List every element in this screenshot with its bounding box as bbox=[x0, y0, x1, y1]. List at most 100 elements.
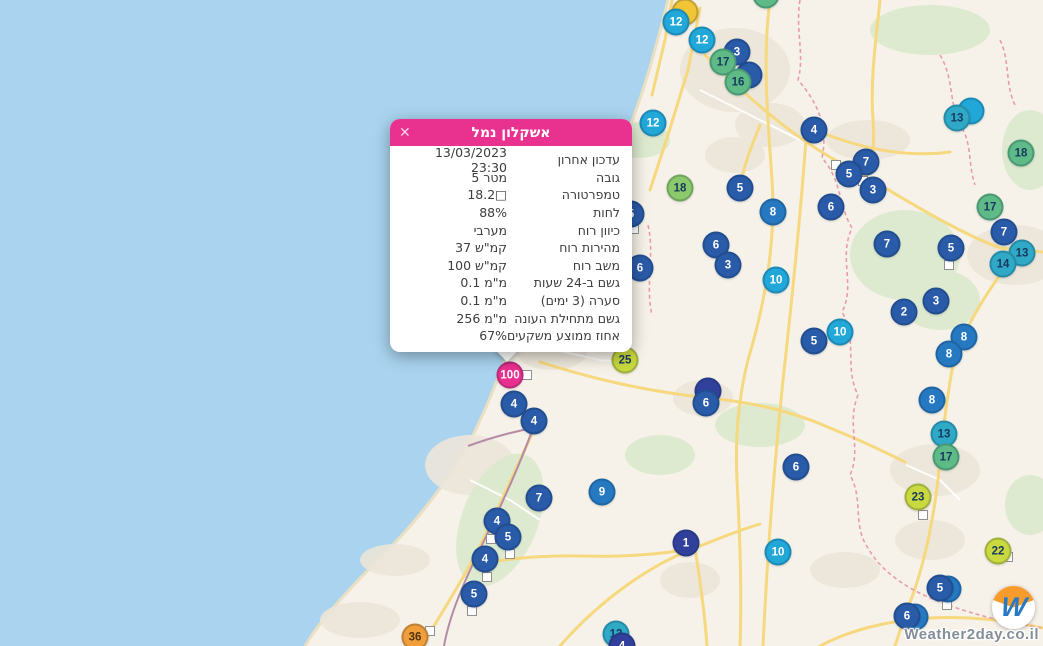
station-marker-value: 6 bbox=[828, 201, 834, 213]
weather-station-icon bbox=[505, 549, 515, 559]
station-marker-value: 6 bbox=[713, 239, 719, 251]
weather-station-icon bbox=[467, 606, 477, 616]
station-marker[interactable]: 8 bbox=[760, 199, 787, 226]
popup-row: טמפרטורה 18.2□ bbox=[402, 186, 620, 204]
popup-row: גובה 5 מטר bbox=[402, 169, 620, 187]
station-marker-value: 2 bbox=[901, 306, 907, 318]
station-marker-value: 6 bbox=[793, 461, 799, 473]
station-marker[interactable]: 12 bbox=[663, 9, 690, 36]
station-marker[interactable]: 4 bbox=[472, 546, 499, 573]
station-marker[interactable]: 3 bbox=[715, 252, 742, 279]
station-marker[interactable]: 18 bbox=[1008, 140, 1035, 167]
station-marker[interactable]: 6 bbox=[783, 454, 810, 481]
station-marker-value: 100 bbox=[500, 369, 519, 381]
popup-field-label: כיוון רוח bbox=[578, 223, 620, 238]
station-marker[interactable]: 5 bbox=[727, 175, 754, 202]
weather-station-icon bbox=[522, 370, 532, 380]
station-marker[interactable]: 6 bbox=[693, 390, 720, 417]
popup-row: גשם מתחילת העונה 256 מ"מ bbox=[402, 309, 620, 327]
station-marker[interactable]: 5 bbox=[801, 328, 828, 355]
station-marker[interactable]: 23 bbox=[905, 484, 932, 511]
station-marker[interactable]: 2 bbox=[891, 299, 918, 326]
station-marker[interactable]: 17 bbox=[977, 194, 1004, 221]
popup-field-value: 18.2□ bbox=[402, 187, 507, 202]
station-marker[interactable]: 5 bbox=[461, 581, 488, 608]
station-marker-value: 7 bbox=[884, 238, 890, 250]
station-marker-value: 18 bbox=[1015, 147, 1028, 159]
station-marker[interactable]: 10 bbox=[827, 319, 854, 346]
watermark-text: Weather2day.co.il bbox=[904, 626, 1039, 643]
station-marker-value: 3 bbox=[933, 295, 939, 307]
station-marker[interactable]: 10 bbox=[763, 267, 790, 294]
station-marker[interactable]: 9 bbox=[589, 479, 616, 506]
station-marker-value: 6 bbox=[904, 610, 910, 622]
station-marker-value: 12 bbox=[696, 34, 709, 46]
weather2day-logo[interactable]: W bbox=[992, 586, 1035, 629]
station-marker[interactable]: 12 bbox=[640, 110, 667, 137]
station-marker[interactable]: 17 bbox=[933, 444, 960, 471]
station-marker-value: 5 bbox=[471, 588, 477, 600]
station-marker[interactable]: 7 bbox=[526, 485, 553, 512]
station-marker-value: 5 bbox=[948, 242, 954, 254]
station-marker[interactable]: 100 bbox=[497, 362, 524, 389]
station-marker-value: 6 bbox=[703, 397, 709, 409]
station-marker[interactable]: 4 bbox=[801, 117, 828, 144]
station-marker[interactable]: 21 bbox=[753, 0, 780, 9]
station-marker-value: 12 bbox=[670, 16, 683, 28]
station-marker[interactable]: 12 bbox=[689, 27, 716, 54]
station-marker[interactable]: 5 bbox=[836, 161, 863, 188]
station-marker-value: 21 bbox=[760, 0, 773, 1]
station-marker-value: 10 bbox=[770, 274, 783, 286]
station-marker[interactable]: 3 bbox=[860, 177, 887, 204]
popup-field-value: 37 קמ"ש bbox=[402, 240, 507, 255]
weather-station-icon bbox=[918, 510, 928, 520]
station-marker[interactable]: 8 bbox=[936, 341, 963, 368]
station-marker[interactable]: 13 bbox=[944, 105, 971, 132]
popup-body: עדכון אחרון 13/03/2023 23:30 גובה 5 מטר … bbox=[390, 146, 632, 352]
station-marker-value: 8 bbox=[770, 206, 776, 218]
station-marker[interactable]: 6 bbox=[818, 194, 845, 221]
station-marker-value: 5 bbox=[846, 168, 852, 180]
station-marker-value: 8 bbox=[929, 394, 935, 406]
station-marker[interactable]: 3 bbox=[923, 288, 950, 315]
station-marker[interactable]: 5 bbox=[927, 575, 954, 602]
station-marker-value: 4 bbox=[482, 553, 488, 565]
popup-row: אחוז ממוצע משקעים 67% bbox=[402, 327, 620, 345]
station-marker-value: 4 bbox=[531, 415, 537, 427]
station-marker-value: 12 bbox=[647, 117, 660, 129]
station-marker-value: 18 bbox=[674, 182, 687, 194]
popup-field-value: 0.1 מ"מ bbox=[402, 275, 507, 290]
station-marker[interactable]: 22 bbox=[985, 538, 1012, 565]
station-marker-value: 3 bbox=[870, 184, 876, 196]
close-icon[interactable]: ✕ bbox=[399, 123, 411, 141]
station-marker[interactable]: 36 bbox=[402, 624, 429, 646]
popup-field-label: גשם מתחילת העונה bbox=[514, 311, 620, 326]
logo-letter: W bbox=[999, 592, 1028, 623]
station-marker[interactable]: 8 bbox=[919, 387, 946, 414]
station-marker[interactable]: 7 bbox=[874, 231, 901, 258]
station-marker[interactable]: 5 bbox=[495, 524, 522, 551]
station-marker[interactable]: 16 bbox=[725, 69, 752, 96]
station-marker-value: 13 bbox=[938, 428, 951, 440]
station-marker[interactable]: 1 bbox=[673, 530, 700, 557]
station-marker[interactable]: 5 bbox=[938, 235, 965, 262]
station-marker-value: 23 bbox=[912, 491, 925, 503]
station-marker-value: 10 bbox=[772, 546, 785, 558]
station-marker-value: 13 bbox=[951, 112, 964, 124]
station-marker[interactable]: 10 bbox=[765, 539, 792, 566]
station-marker[interactable]: 4 bbox=[609, 633, 636, 646]
station-marker[interactable]: 4 bbox=[521, 408, 548, 435]
station-marker[interactable]: 18 bbox=[667, 175, 694, 202]
station-marker-value: 17 bbox=[940, 451, 953, 463]
station-marker-value: 16 bbox=[732, 76, 745, 88]
station-marker[interactable]: 14 bbox=[990, 251, 1017, 278]
weather-map-canvas[interactable]: 12 12 21 3 17 16 12 4 13 18 bbox=[0, 0, 1043, 646]
popup-field-value: מערבי bbox=[402, 223, 507, 238]
popup-field-label: לחות bbox=[593, 205, 620, 220]
popup-field-label: טמפרטורה bbox=[562, 187, 620, 202]
popup-field-value: 88% bbox=[402, 205, 507, 220]
popup-field-label: אחוז ממוצע משקעים bbox=[507, 328, 620, 343]
station-marker-value: 9 bbox=[599, 486, 605, 498]
station-marker-value: 13 bbox=[1016, 247, 1029, 259]
station-marker-value: 6 bbox=[637, 262, 643, 274]
